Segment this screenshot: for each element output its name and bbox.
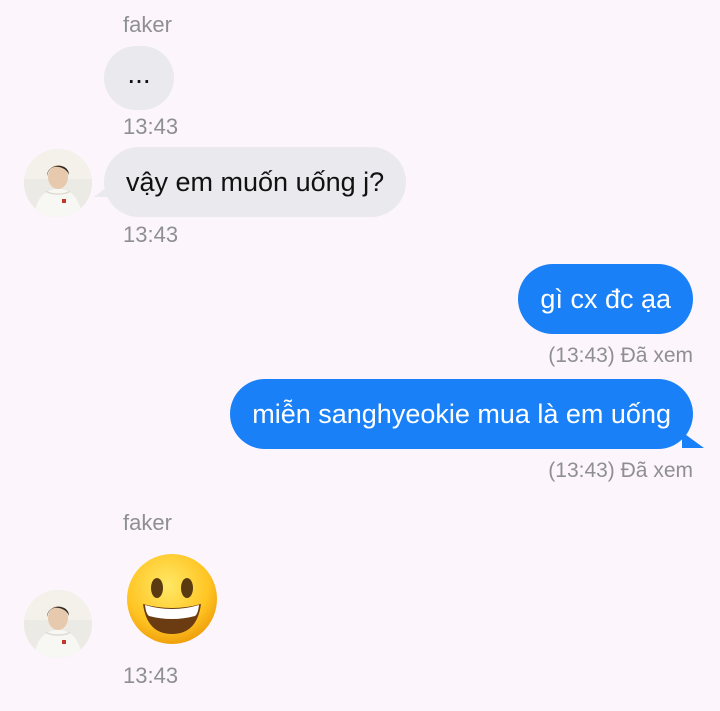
typing-indicator-bubble: ... [104,46,174,110]
sender-name: faker [123,510,172,535]
message-timestamp: 13:43 [123,222,179,247]
sender-name: faker [123,12,172,37]
avatar-photo [24,590,92,658]
outgoing-message-bubble[interactable]: gì cx đc ạa [518,264,693,334]
avatar[interactable] [24,149,92,217]
message-text: gì cx đc ạa [540,284,671,314]
message-timestamp: 13:43 [123,663,179,688]
message-timestamp: 13:43 [123,114,179,139]
message-text: miễn sanghyeokie mua là em uống [252,399,671,429]
grinning-face-emoji[interactable] [125,552,219,646]
typing-indicator-text: ... [127,58,151,89]
message-text: vậy em muốn uống j? [126,167,385,197]
seen-status: (13:43) Đã xem [548,459,693,482]
incoming-message-bubble[interactable]: vậy em muốn uống j? [104,147,407,217]
avatar-photo [24,149,92,217]
seen-status: (13:43) Đã xem [548,344,693,367]
outgoing-message-bubble[interactable]: miễn sanghyeokie mua là em uống [230,379,693,449]
avatar[interactable] [24,590,92,658]
